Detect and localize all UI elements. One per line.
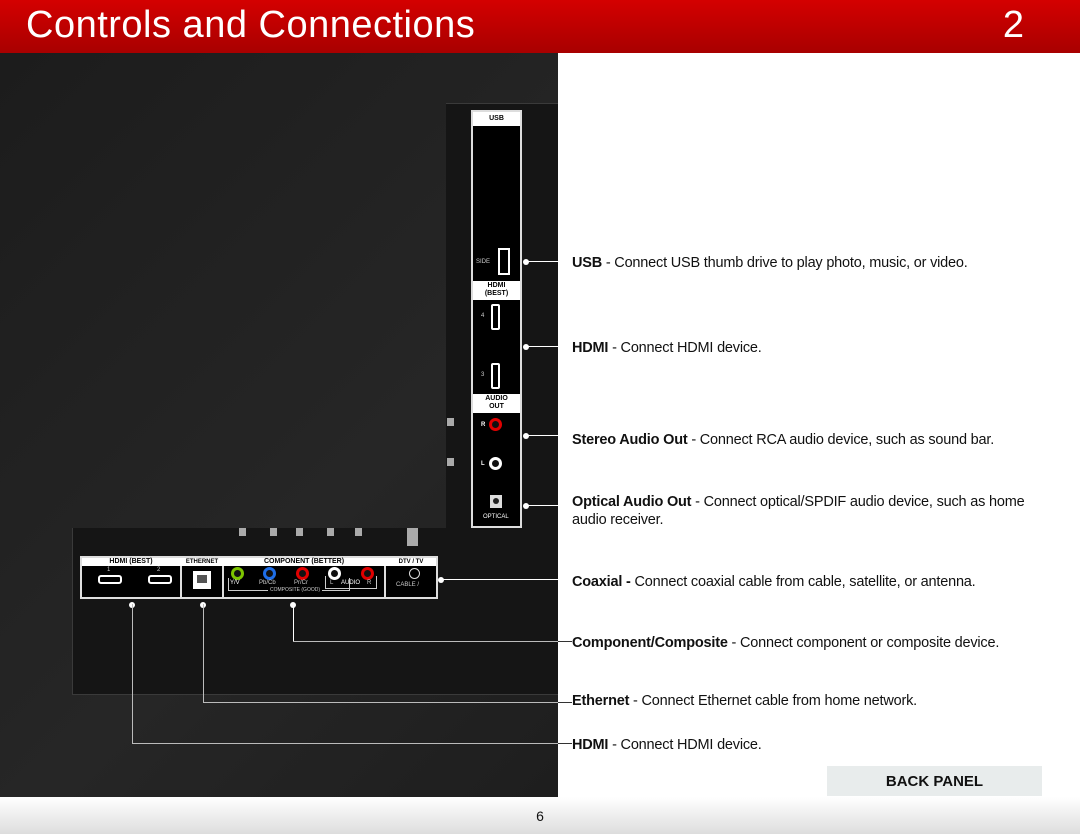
component-label: COMPONENT (BETTER) [224,558,384,566]
divider [222,566,224,599]
nub [327,528,334,536]
nub [270,528,277,536]
audio-l-label: L [481,461,485,467]
callout-line [558,743,572,744]
header-bar: Controls and Connections 2 [0,0,1080,53]
callout-line [526,261,558,262]
coaxial-description: Coaxial - Connect coaxial cable from cab… [572,574,976,590]
chapter-number: 2 [1002,4,1024,46]
page-title: Controls and Connections [26,4,476,46]
ethernet-port [193,571,211,589]
divider [180,566,182,599]
hdmi-3-label: 3 [481,372,485,378]
audio-out-label: AUDIO OUT [473,394,520,413]
hdmi-1-port [98,575,122,584]
callout-line [203,604,204,703]
stereo-audio-description: Stereo Audio Out - Connect RCA audio dev… [572,432,995,448]
callout-line [526,505,558,506]
hdmi-2-port [148,575,172,584]
nub [355,528,362,536]
callout-line [132,743,558,744]
callout-dot [523,503,529,509]
coax-connector [407,528,418,546]
hdmi-bottom-description: HDMI - Connect HDMI device. [572,737,762,753]
dtv-label: DTV / TV [386,558,436,566]
optical-label: OPTICAL [483,514,509,520]
callout-dot [523,259,529,265]
hdmi-2-label: 2 [157,567,161,573]
side-label: SIDE [476,259,491,265]
callout-line [526,435,558,436]
hdmi-1-label: 1 [107,567,111,573]
callout-line [526,346,558,347]
nub [239,528,246,536]
callout-line [441,579,558,580]
hdmi-3-port [491,363,500,389]
hdmi-bottom-label: HDMI (BEST) [82,558,180,566]
audio-r-label: R [481,422,486,428]
callout-dot [438,577,444,583]
usb-label: USB [473,112,520,126]
coax-port [409,568,420,579]
hdmi-4-port [491,304,500,330]
hdmi-side-label: HDMI (BEST) [473,281,520,300]
page-number: 6 [536,808,544,824]
cable-label: CABLE / [396,582,420,588]
ethernet-label: ETHERNET [182,558,222,566]
callout-line [203,702,558,703]
audio-r-jack [489,418,502,431]
hdmi-4-label: 4 [481,313,485,319]
ethernet-description: Ethernet - Connect Ethernet cable from h… [572,693,918,709]
back-panel-label: BACK PANEL [827,766,1042,796]
callout-dot [523,433,529,439]
nub [296,528,303,536]
optical-port [490,495,502,508]
nub [447,418,454,426]
composite-label: COMPOSITE (GOOD) [268,587,322,593]
callout-line [293,641,558,642]
usb-port [498,248,510,275]
divider [384,566,386,599]
callout-line [558,702,572,703]
audio-l-jack [489,457,502,470]
callout-dot [523,344,529,350]
hdmi-side-description: HDMI - Connect HDMI device. [572,340,762,356]
optical-description: Optical Audio Out - Connect optical/SPDI… [572,494,1025,528]
component-description: Component/Composite - Connect component … [572,635,1000,651]
callout-line [558,641,572,642]
callout-line [132,604,133,744]
usb-description: USB - Connect USB thumb drive to play ph… [572,255,968,271]
callout-line [293,604,294,642]
nub [447,458,454,466]
